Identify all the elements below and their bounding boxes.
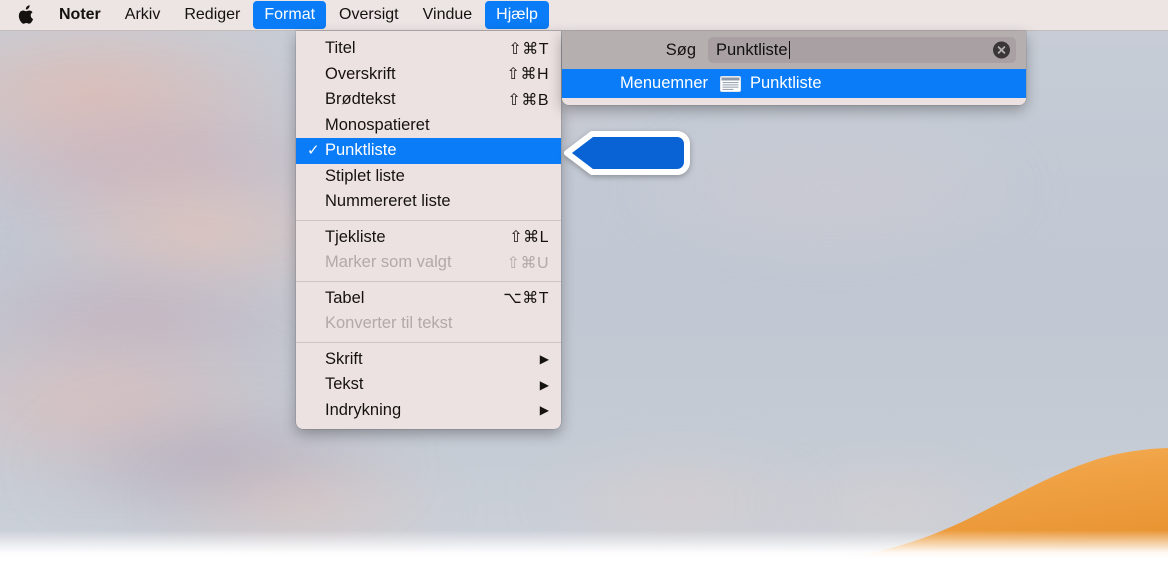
menu-item-konverter-til-tekst: Konverter til tekst	[296, 311, 561, 337]
menu-item-label: Marker som valgt	[325, 253, 452, 272]
search-result-category: Menuemner	[619, 74, 708, 92]
checkmark-icon: ✓	[307, 142, 320, 160]
apple-logo-icon[interactable]	[1, 1, 46, 29]
menu-item-shortcut: ⇧⌘U	[506, 254, 549, 272]
panel-footer	[562, 98, 1026, 105]
menu-item-shortcut: ⇧⌘T	[508, 40, 549, 58]
menu-item-nummereret-liste[interactable]: Nummereret liste	[296, 189, 561, 215]
cloud-shape	[140, 455, 460, 555]
menu-item-label: Brødtekst	[325, 90, 396, 109]
menu-item-shortcut: ⌥⌘T	[503, 290, 549, 308]
menu-item-label: Tabel	[325, 288, 365, 307]
menu-bar-item-rediger[interactable]: Rediger	[173, 1, 251, 29]
menu-item-shortcut: ⇧⌘L	[509, 229, 549, 247]
submenu-arrow-icon: ▶	[539, 352, 549, 367]
menu-bar-item-arkiv[interactable]: Arkiv	[114, 1, 172, 29]
menu-item-indrykning[interactable]: Indrykning ▶	[296, 398, 561, 424]
clear-search-button[interactable]	[993, 41, 1010, 59]
menu-item-label: Nummereret liste	[325, 192, 451, 211]
search-label: Søg	[665, 40, 696, 59]
search-result-title: Punktliste	[750, 74, 822, 92]
menu-item-label: Tjekliste	[325, 227, 386, 246]
menu-separator	[296, 341, 561, 343]
menu-item-label: Tekst	[325, 375, 364, 394]
menu-separator	[296, 280, 561, 282]
menu-item-label: Titel	[325, 39, 356, 58]
menu-item-marker-som-valgt: Marker som valgt ⇧⌘U	[296, 250, 561, 276]
menu-item-tekst[interactable]: Tekst ▶	[296, 372, 561, 398]
search-result-row[interactable]: Menuemner Punktliste	[562, 69, 1026, 98]
menu-item-label: Stiplet liste	[325, 166, 405, 185]
menu-separator	[296, 219, 561, 221]
menu-item-tjekliste[interactable]: Tjekliste ⇧⌘L	[296, 225, 561, 251]
menu-bar-item-noter[interactable]: Noter	[48, 1, 112, 29]
desktop-screen: Noter Arkiv Rediger Format Oversigt Vind…	[0, 0, 1168, 569]
menu-item-monospatieret[interactable]: Monospatieret	[296, 113, 561, 139]
menu-item-label: Punktliste	[325, 141, 397, 160]
search-input[interactable]: Punktliste	[708, 37, 1016, 63]
menu-item-shortcut: ⇧⌘H	[506, 66, 549, 84]
menu-item-broedtekst[interactable]: Brødtekst ⇧⌘B	[296, 87, 561, 113]
menu-bar-item-oversigt[interactable]: Oversigt	[328, 1, 410, 29]
menu-bar-item-format[interactable]: Format	[253, 1, 327, 29]
menu-bar: Noter Arkiv Rediger Format Oversigt Vind…	[0, 0, 1168, 31]
menu-item-skrift[interactable]: Skrift ▶	[296, 347, 561, 373]
menu-item-titel[interactable]: Titel ⇧⌘T	[296, 36, 561, 62]
menu-bar-item-hjaelp[interactable]: Hjælp	[485, 1, 549, 29]
format-dropdown-menu: Titel ⇧⌘T Overskrift ⇧⌘H Brødtekst ⇧⌘B M…	[296, 31, 561, 429]
menu-bar-item-vindue[interactable]: Vindue	[412, 1, 484, 29]
menu-item-shortcut: ⇧⌘B	[507, 91, 549, 109]
menu-item-label: Indrykning	[325, 400, 402, 419]
menu-item-label: Skrift	[325, 349, 363, 368]
pointer-arrow-callout	[561, 128, 693, 178]
menu-item-tabel[interactable]: Tabel ⌥⌘T	[296, 286, 561, 312]
sand-dune-shape	[838, 430, 1168, 558]
help-search-panel: Søg Punktliste Menuemner Punktliste	[562, 31, 1026, 105]
help-search-header: Søg Punktliste	[562, 31, 1026, 69]
submenu-arrow-icon: ▶	[539, 377, 549, 392]
menu-item-icon	[720, 75, 741, 92]
menu-item-overskrift[interactable]: Overskrift ⇧⌘H	[296, 62, 561, 88]
menu-item-label: Monospatieret	[325, 115, 430, 134]
search-input-value: Punktliste	[716, 40, 788, 59]
menu-item-label: Konverter til tekst	[325, 314, 453, 333]
menu-item-stiplet-liste[interactable]: Stiplet liste	[296, 164, 561, 190]
menu-item-punktliste[interactable]: ✓ Punktliste	[296, 138, 561, 164]
text-caret	[788, 41, 791, 59]
submenu-arrow-icon: ▶	[539, 403, 549, 418]
menu-item-label: Overskrift	[325, 64, 396, 83]
